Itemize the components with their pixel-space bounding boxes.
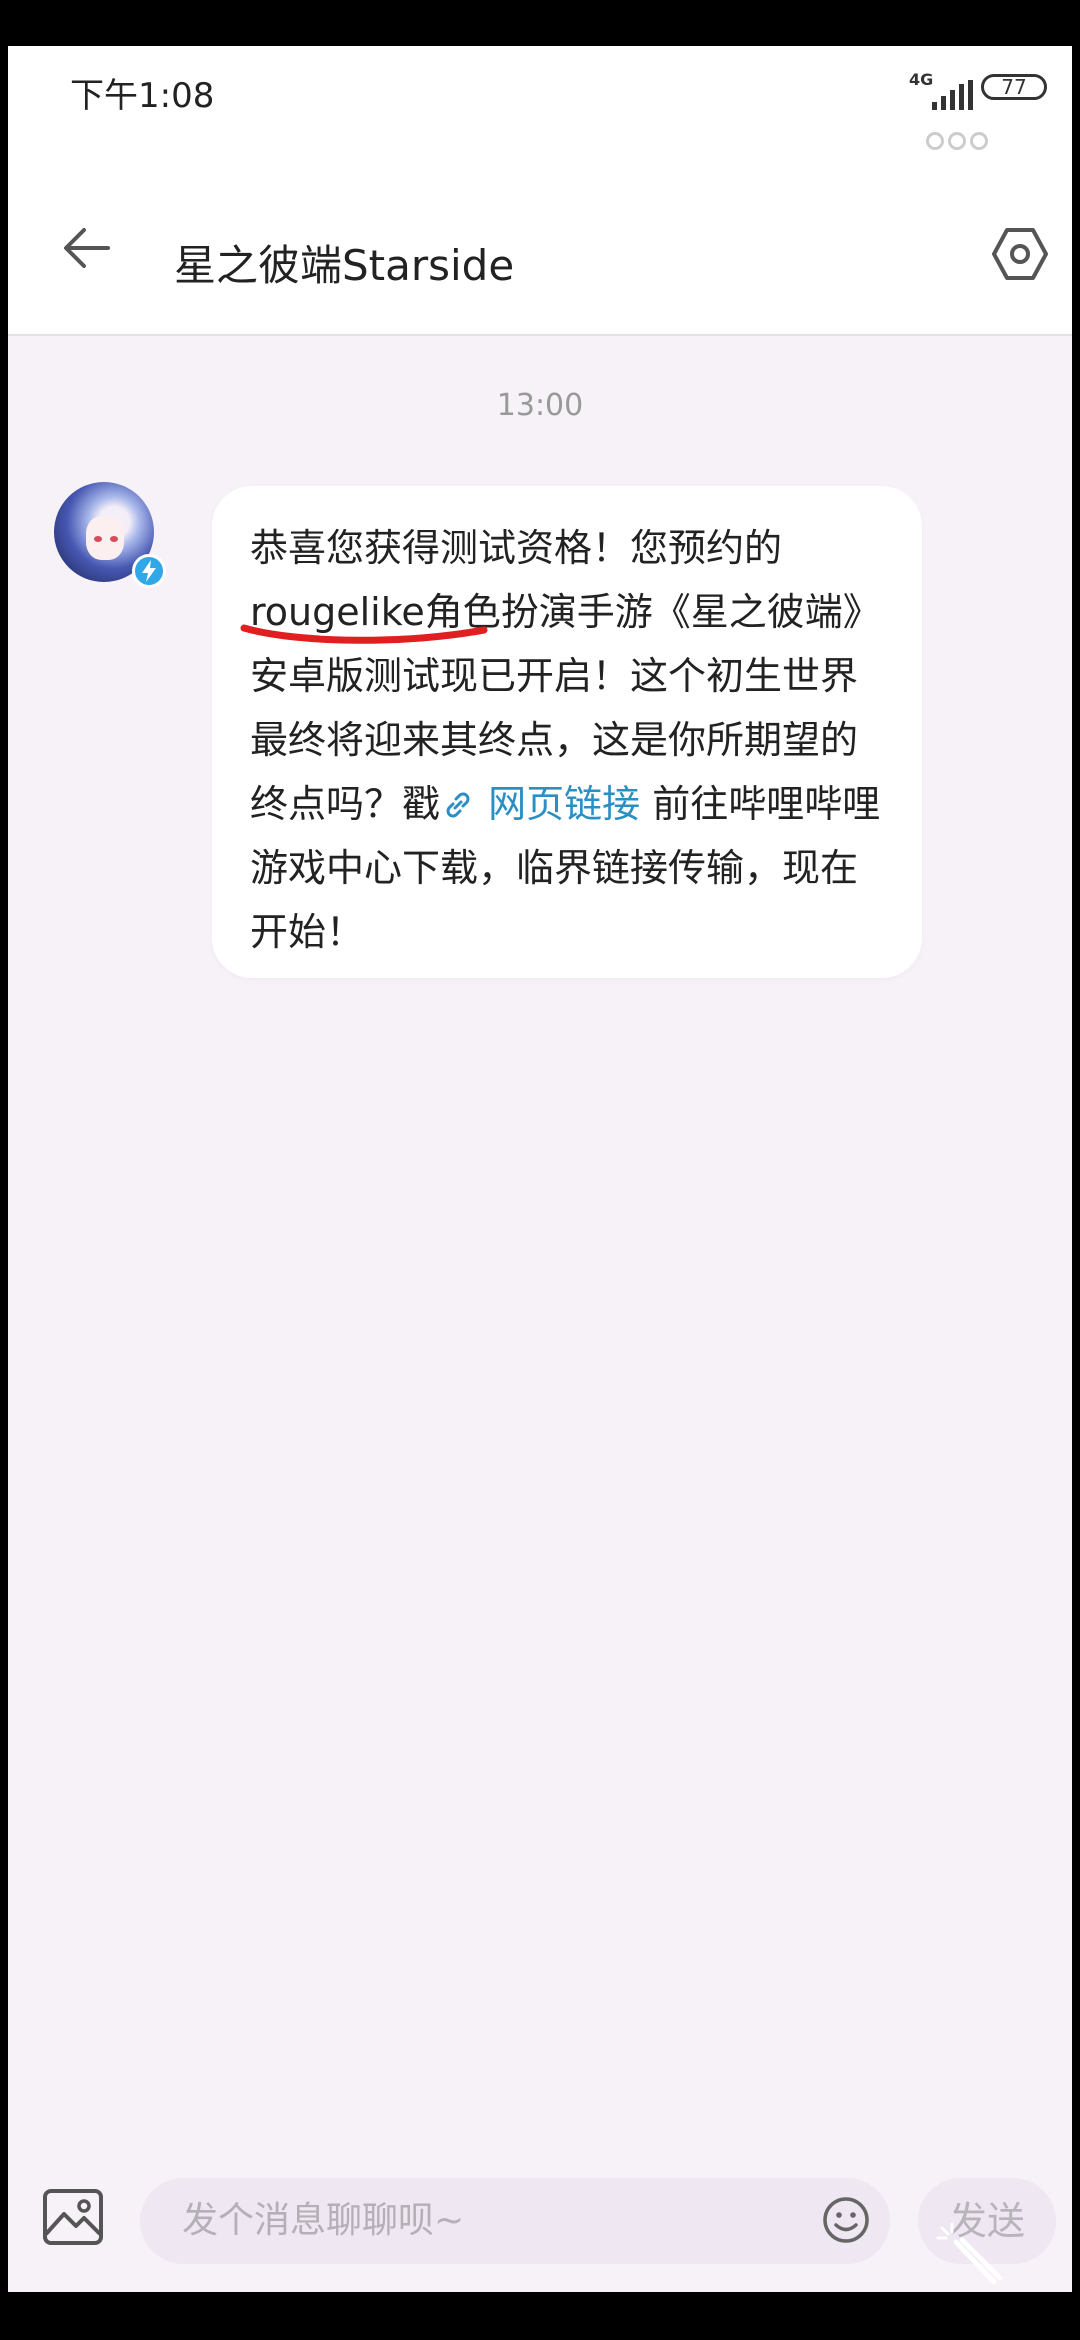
magic-wand-icon[interactable] <box>932 2220 1012 2290</box>
signal-icon <box>932 80 973 110</box>
message-input[interactable]: 发个消息聊聊呗~ <box>140 2178 890 2264</box>
chat-title: 星之彼端Starside <box>174 241 515 290</box>
battery-indicator: 77 <box>981 74 1047 100</box>
network-type: 4G <box>909 70 934 89</box>
image-icon[interactable] <box>42 2188 104 2246</box>
message-timestamp: 13:00 <box>496 388 584 423</box>
more-dots-icon[interactable] <box>926 132 988 150</box>
status-time: 下午1:08 <box>70 76 215 116</box>
link-icon[interactable] <box>440 787 476 823</box>
battery-level: 77 <box>1001 75 1027 99</box>
status-bar: 下午1:08 4G 77 <box>8 46 1072 156</box>
message-input-bar: 发个消息聊聊呗~ 发送 <box>8 2144 1072 2292</box>
settings-icon[interactable] <box>992 226 1048 282</box>
red-underline-annotation <box>240 624 488 644</box>
emoji-icon[interactable] <box>822 2196 870 2244</box>
lightning-badge-icon <box>132 554 166 588</box>
chat-screen: 下午1:08 4G 77 星之彼端Starside 13:00 恭喜您获得测试资… <box>8 46 1072 2292</box>
web-link[interactable]: 网页链接 <box>488 782 640 826</box>
message-bubble: 恭喜您获得测试资格！您预约的rougelike角色扮演手游《星之彼端》安卓版测试… <box>212 486 922 978</box>
chat-header: 星之彼端Starside <box>8 156 1072 336</box>
message-text: 恭喜您获得测试资格！您预约的rougelike角色扮演手游《星之彼端》安卓版测试… <box>250 526 881 826</box>
arrow-left-icon[interactable] <box>60 222 112 274</box>
